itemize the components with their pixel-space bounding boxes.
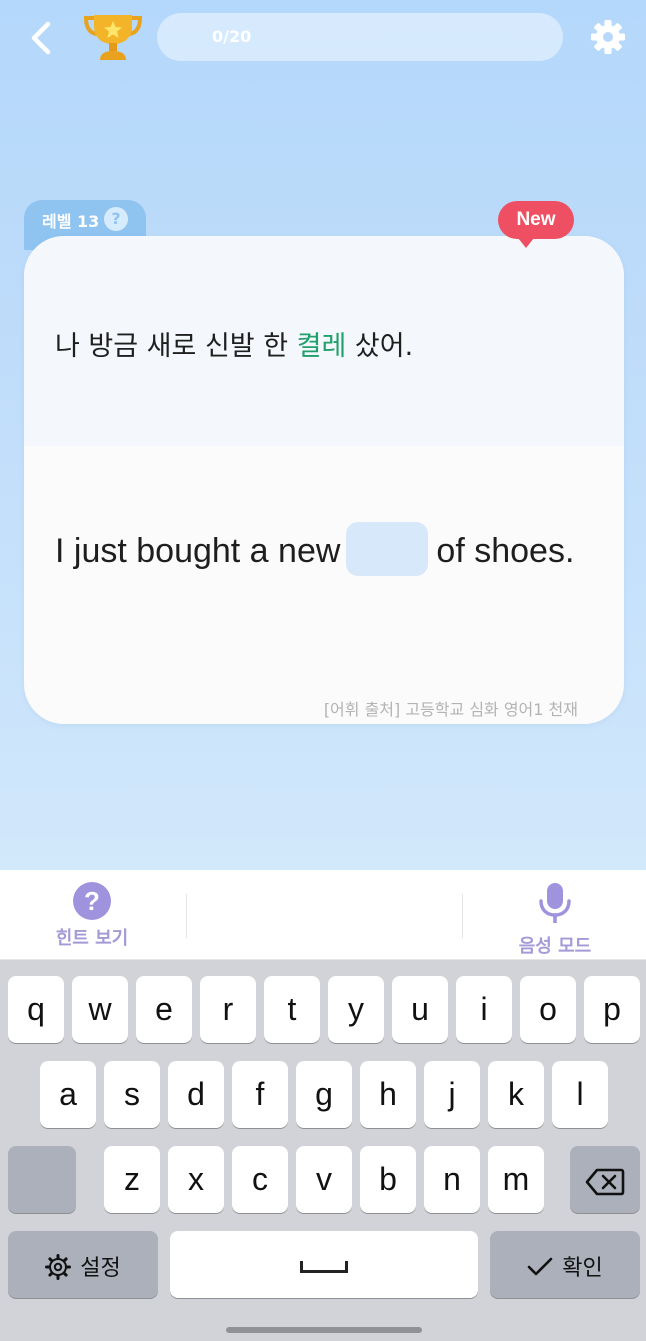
keyboard-gear-icon [45, 1253, 72, 1280]
home-indicator[interactable] [226, 1327, 422, 1333]
new-badge: New [498, 201, 574, 248]
key-h[interactable]: h [360, 1061, 416, 1128]
source-note: [어휘 출처] 고등학교 심화 영어1 천재 [323, 700, 578, 719]
english-text-before: I just bought a new [55, 532, 341, 570]
english-sentence: I just bought a new of shoes. [55, 522, 575, 580]
key-y[interactable]: y [328, 976, 384, 1043]
key-x[interactable]: x [168, 1146, 224, 1213]
key-w[interactable]: w [72, 976, 128, 1043]
key-l[interactable]: l [552, 1061, 608, 1128]
toolbar-divider [462, 894, 463, 938]
space-key[interactable] [170, 1231, 478, 1298]
confirm-label: 확인 [562, 1256, 603, 1281]
key-k[interactable]: k [488, 1061, 544, 1128]
key-s[interactable]: s [104, 1061, 160, 1128]
key-j[interactable]: j [424, 1061, 480, 1128]
question-icon[interactable]: ? [104, 207, 128, 231]
question-card: 나 방금 새로 신발 한 켤레 샀어. I just bought a new o… [24, 236, 624, 724]
confirm-key[interactable]: 확인 [490, 1231, 640, 1298]
level-label: 레벨 13 [42, 212, 100, 231]
microphone-icon [539, 883, 571, 923]
key-n[interactable]: n [424, 1146, 480, 1213]
korean-text-after: 샀어. [346, 331, 414, 362]
key-m[interactable]: m [488, 1146, 544, 1213]
space-icon [300, 1260, 348, 1273]
voice-mode-button[interactable]: 음성 모드 [502, 882, 608, 957]
key-t[interactable]: t [264, 976, 320, 1043]
key-a[interactable]: a [40, 1061, 96, 1128]
backspace-icon [585, 1168, 625, 1195]
back-arrow-icon [31, 21, 51, 55]
keyboard-settings-key[interactable]: 설정 [8, 1231, 158, 1298]
key-o[interactable]: o [520, 976, 576, 1043]
key-g[interactable]: g [296, 1061, 352, 1128]
key-q[interactable]: q [8, 976, 64, 1043]
key-p[interactable]: p [584, 976, 640, 1043]
hint-label: 힌트 보기 [55, 928, 129, 949]
key-i[interactable]: i [456, 976, 512, 1043]
key-r[interactable]: r [200, 976, 256, 1043]
shift-key[interactable] [8, 1146, 76, 1213]
korean-highlight-word: 켤레 [296, 331, 347, 362]
voice-mode-label: 음성 모드 [518, 936, 592, 957]
english-text-after: of shoes. [436, 532, 575, 570]
checkmark-icon [528, 1257, 553, 1275]
korean-sentence: 나 방금 새로 신발 한 켤레 샀어. [55, 324, 413, 363]
key-d[interactable]: d [168, 1061, 224, 1128]
question-icon: ? [73, 882, 111, 920]
keyboard: q w e r t y u i o p a s d f g h j k l z … [0, 960, 646, 1341]
trophy-button[interactable] [83, 12, 143, 64]
hint-button[interactable]: ? 힌트 보기 [40, 882, 144, 954]
key-e[interactable]: e [136, 976, 192, 1043]
key-b[interactable]: b [360, 1146, 416, 1213]
answer-blank[interactable] [346, 522, 429, 576]
trophy-icon [83, 15, 143, 60]
toolbar-divider [186, 894, 187, 938]
progress-bar: 0/20 [157, 13, 563, 61]
keyboard-settings-label: 설정 [80, 1256, 121, 1281]
settings-button[interactable] [588, 17, 628, 57]
key-c[interactable]: c [232, 1146, 288, 1213]
key-u[interactable]: u [392, 976, 448, 1043]
key-z[interactable]: z [104, 1146, 160, 1213]
progress-text: 0/20 [212, 27, 252, 46]
key-f[interactable]: f [232, 1061, 288, 1128]
backspace-key[interactable] [570, 1146, 640, 1213]
korean-text-before: 나 방금 새로 신발 한 [55, 331, 297, 362]
action-toolbar: ? 힌트 보기 음성 모드 [0, 870, 646, 960]
key-v[interactable]: v [296, 1146, 352, 1213]
back-button[interactable] [24, 18, 60, 58]
gear-icon [591, 20, 625, 54]
